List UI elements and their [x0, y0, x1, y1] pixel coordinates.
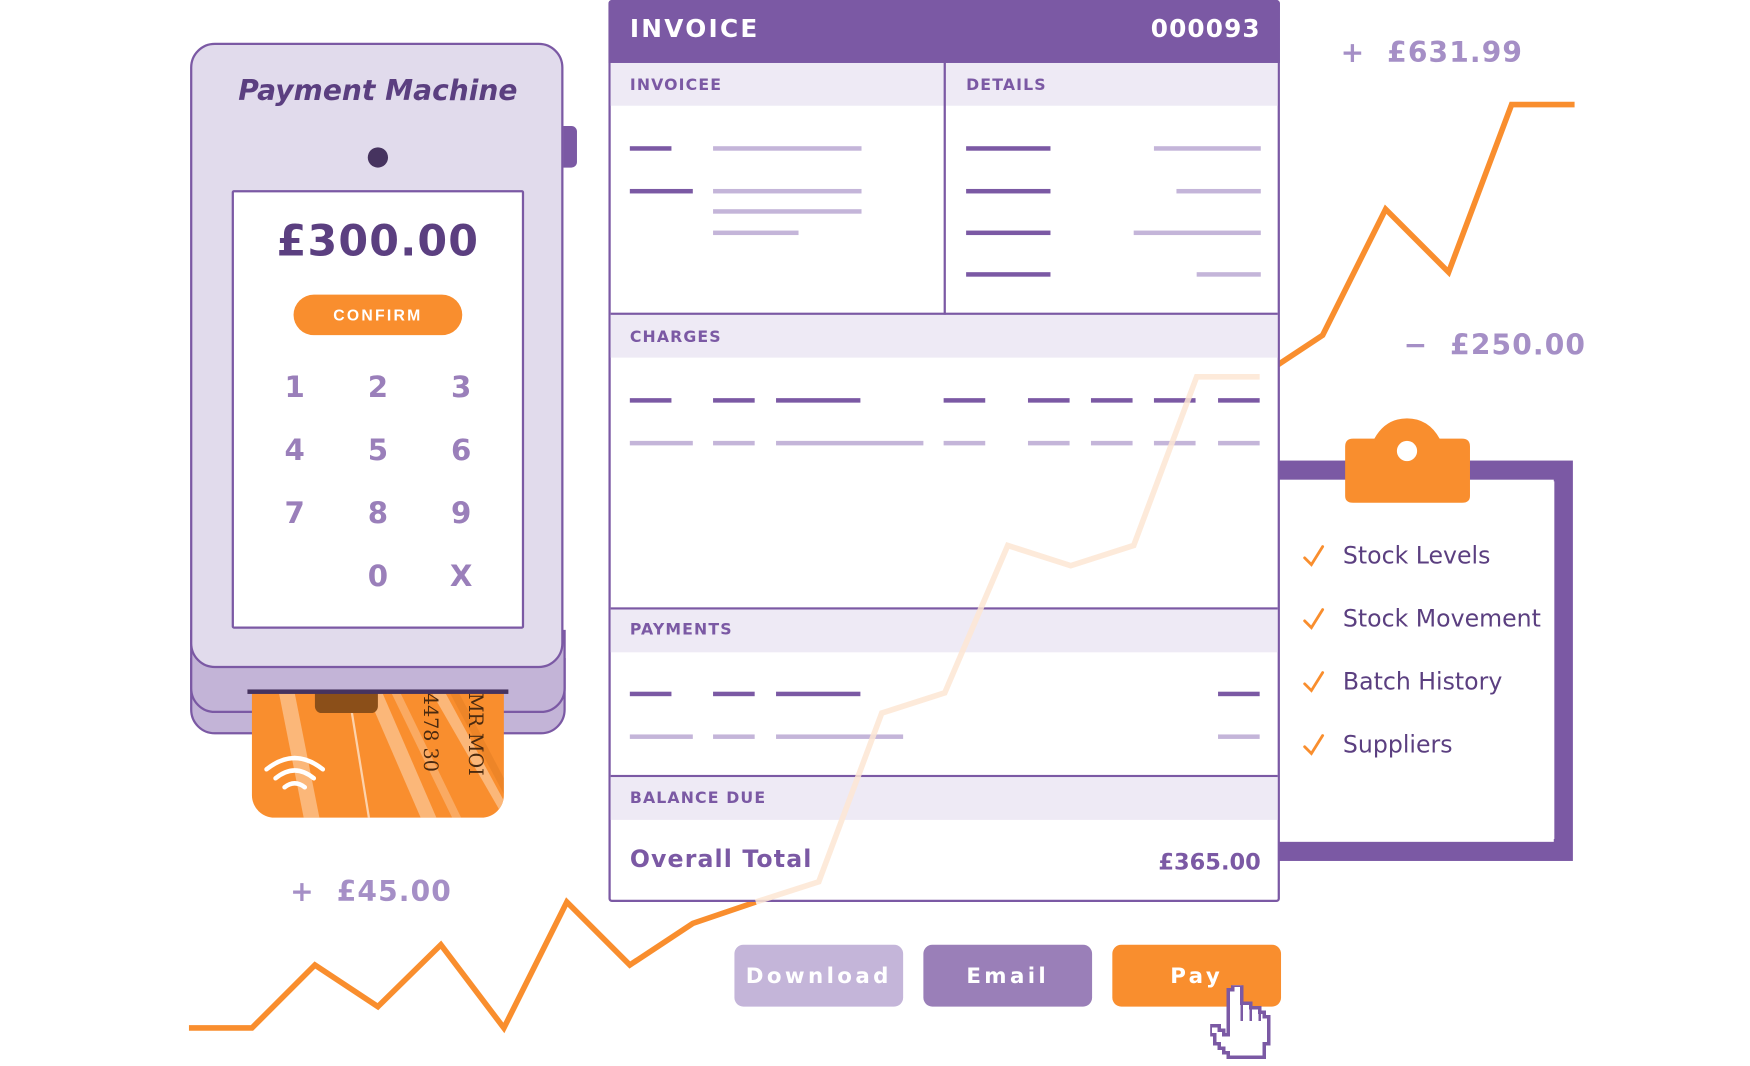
transaction-amount-credit-small: + £45.00 [290, 875, 452, 908]
plus-sign: + [1340, 35, 1366, 69]
clipboard-item-suppliers: Suppliers [1302, 728, 1453, 762]
email-button[interactable]: Email [923, 944, 1093, 1007]
amount-value: £631.99 [1387, 35, 1524, 69]
check-icon [1303, 545, 1325, 567]
clipboard-item-stock-movement: Stock Movement [1302, 602, 1541, 636]
clipboard-clip [1345, 418, 1470, 503]
clipboard-item-label: Stock Levels [1342, 542, 1491, 570]
clipboard-item-label: Batch History [1342, 668, 1503, 696]
amount-value: £250.00 [1450, 328, 1587, 362]
clipboard-item-stock-levels: Stock Levels [1302, 539, 1490, 573]
download-button[interactable]: Download [734, 944, 904, 1007]
hand-cursor-icon [1210, 985, 1271, 1059]
clipboard-item-batch-history: Batch History [1302, 665, 1502, 699]
check-icon [1303, 608, 1325, 630]
clipboard-item-label: Suppliers [1342, 731, 1453, 759]
minus-sign: − [1403, 328, 1429, 362]
check-icon [1303, 671, 1325, 693]
plus-sign: + [290, 875, 315, 908]
amount-value: £45.00 [336, 875, 452, 908]
transaction-amount-credit-large: + £631.99 [1341, 36, 1523, 69]
check-icon [1303, 734, 1325, 756]
illustration-stage: Payment Machine £300.00 CONFIRM 1 2 3 4 … [0, 0, 1750, 1063]
clipboard-item-label: Stock Movement [1342, 605, 1541, 633]
transaction-amount-debit: − £250.00 [1404, 328, 1586, 361]
